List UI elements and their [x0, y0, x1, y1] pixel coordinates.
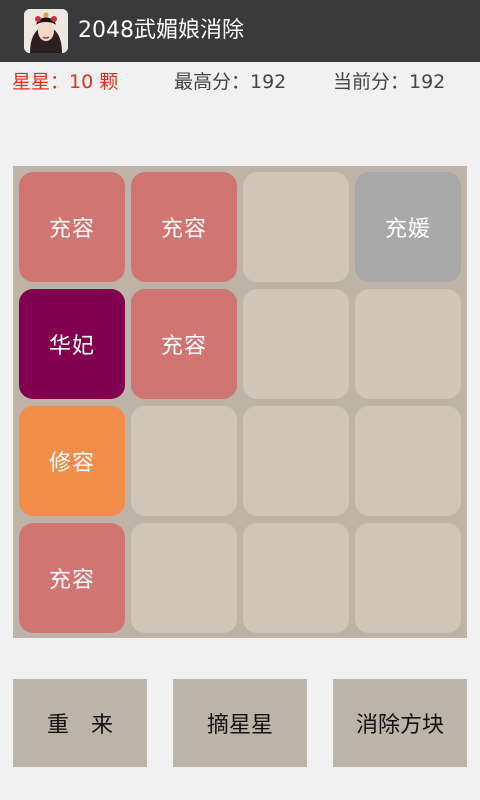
- restart-button[interactable]: 重 来: [13, 679, 147, 767]
- title-bar: 2048武媚娘消除: [0, 0, 480, 62]
- app-title: 2048武媚娘消除: [78, 18, 244, 43]
- board-tile[interactable]: 修容: [19, 406, 125, 516]
- board-tile[interactable]: [243, 406, 349, 516]
- board-tile[interactable]: [243, 172, 349, 282]
- board-tile[interactable]: 充媛: [355, 172, 461, 282]
- board-tile[interactable]: [131, 406, 237, 516]
- stars-count: 星星：10 颗: [12, 71, 119, 93]
- board-tile[interactable]: 充容: [19, 523, 125, 633]
- board-tile[interactable]: 充容: [131, 172, 237, 282]
- board-tile[interactable]: [355, 289, 461, 399]
- board-tile[interactable]: 华妃: [19, 289, 125, 399]
- stats-bar: 星星：10 颗 最高分：192 当前分：192: [0, 64, 480, 100]
- board-tile[interactable]: [355, 406, 461, 516]
- app-portrait-icon: [24, 9, 68, 53]
- board-tile[interactable]: [243, 523, 349, 633]
- board-tile[interactable]: 充容: [131, 289, 237, 399]
- clear-tile-button[interactable]: 消除方块: [333, 679, 467, 767]
- pick-star-button[interactable]: 摘星星: [173, 679, 307, 767]
- current-score: 当前分：192: [333, 71, 446, 93]
- game-board[interactable]: 充容 充容 充媛 华妃 充容 修容 充容: [13, 166, 467, 638]
- board-tile[interactable]: [131, 523, 237, 633]
- board-tile[interactable]: [243, 289, 349, 399]
- board-tile[interactable]: [355, 523, 461, 633]
- board-tile[interactable]: 充容: [19, 172, 125, 282]
- best-score: 最高分：192: [174, 71, 287, 93]
